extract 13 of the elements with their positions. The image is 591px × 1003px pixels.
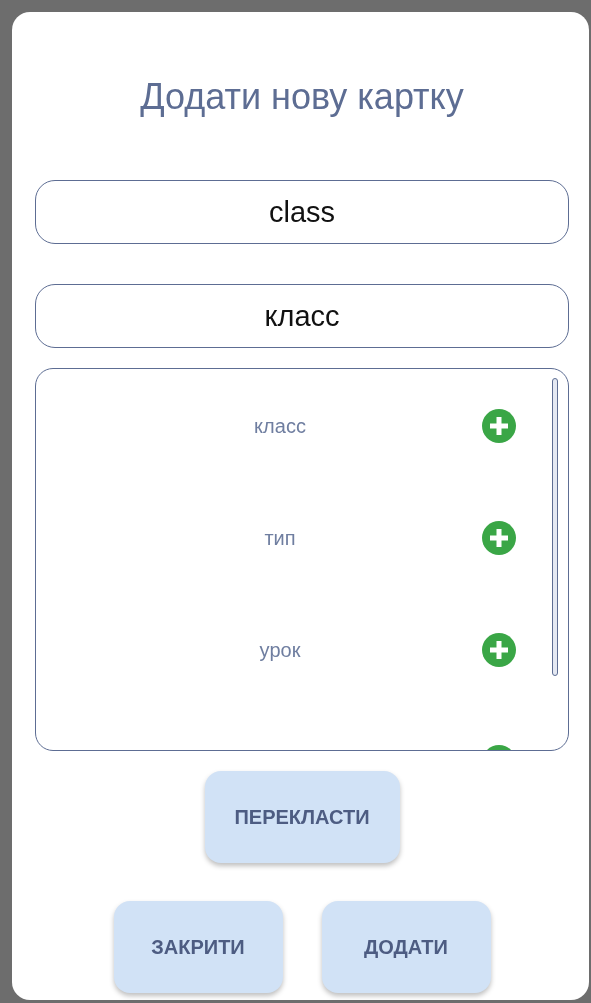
suggestion-word[interactable]: класс — [78, 414, 482, 438]
dialog-title: Додати нову картку — [139, 75, 465, 119]
action-button[interactable]: ДОДАТИ — [321, 901, 491, 993]
scrollbar-thumb[interactable] — [552, 378, 558, 676]
add-icon[interactable] — [482, 521, 516, 555]
add-icon[interactable] — [482, 409, 516, 443]
input-field[interactable]: class — [35, 180, 569, 244]
swap-button[interactable]: ПЕРЕКЛАСТИ — [204, 771, 400, 863]
input-field[interactable]: класс — [35, 284, 569, 348]
suggestion-word[interactable]: урок — [78, 638, 482, 662]
suggestion-word[interactable]: тип — [78, 526, 482, 550]
add-icon[interactable] — [482, 633, 516, 667]
action-button[interactable]: ЗАКРИТИ — [113, 901, 283, 993]
